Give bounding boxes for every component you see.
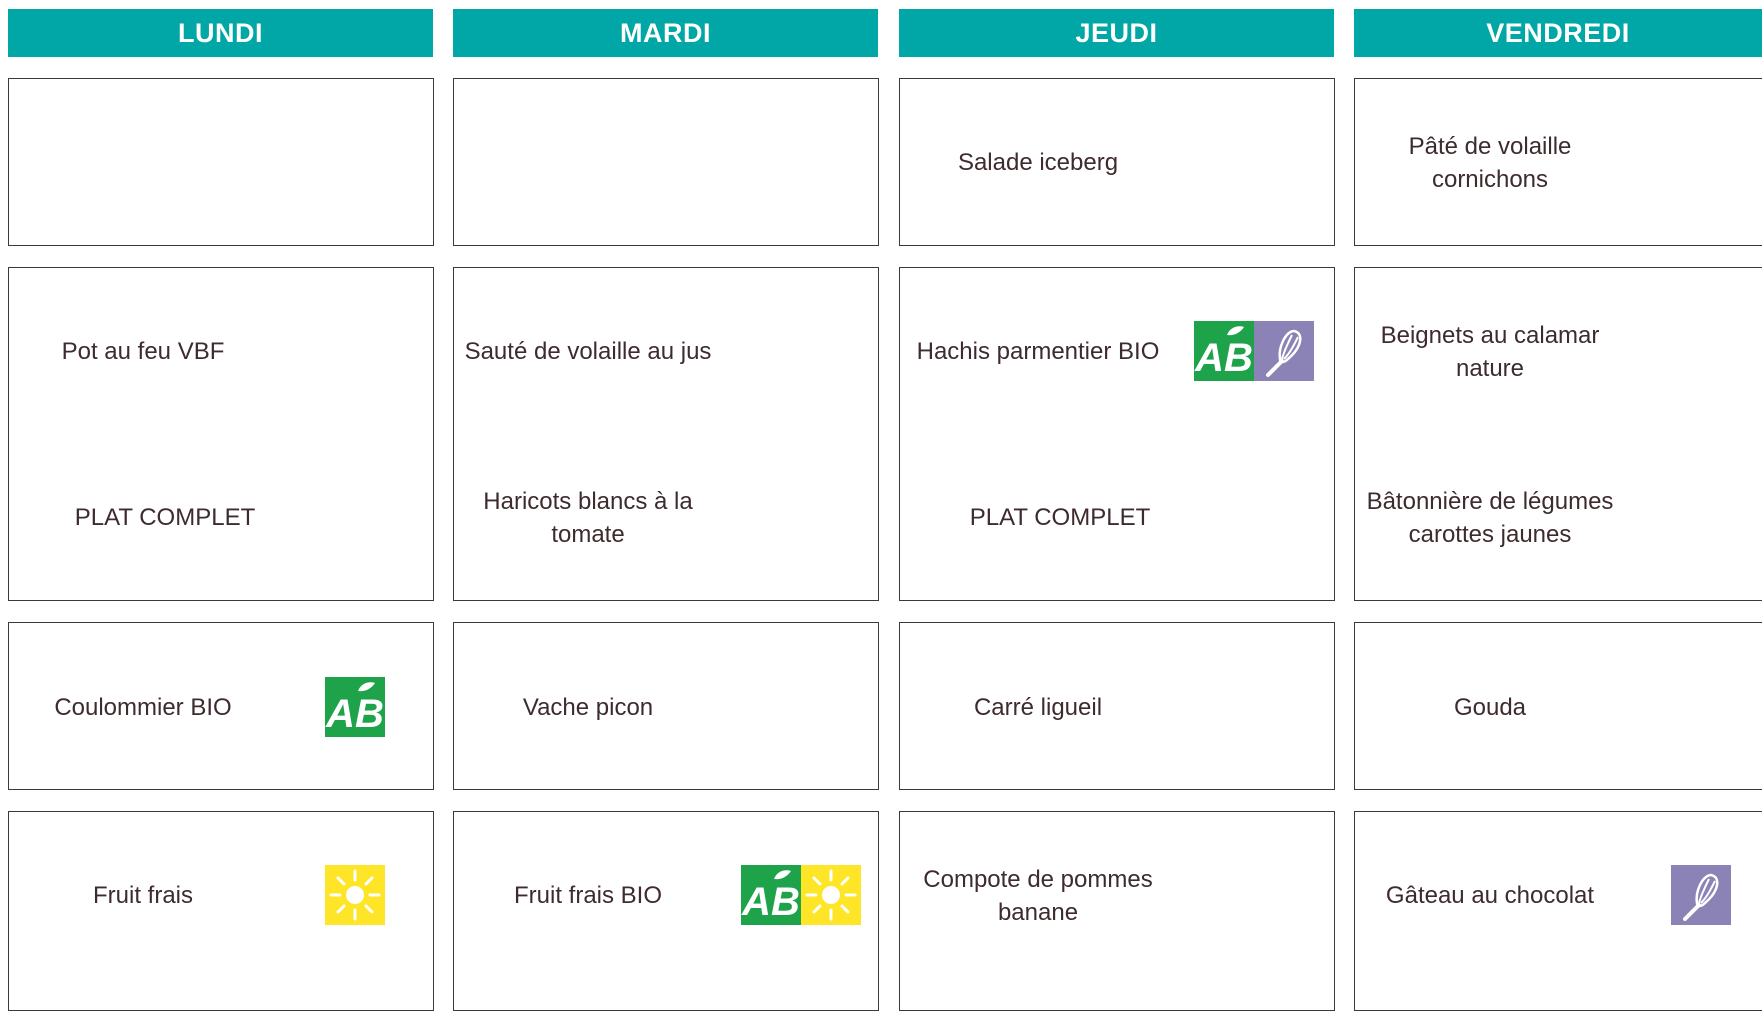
vendredi-plat-line2: nature xyxy=(1455,355,1525,382)
whisk-icon xyxy=(1254,321,1314,381)
lundi-fromage-text: Coulommier BIO xyxy=(54,694,232,721)
header-lundi: LUNDI xyxy=(8,9,433,57)
cell-lundi-plat xyxy=(8,267,434,601)
cell-mardi-entree xyxy=(453,78,879,246)
vendredi-dessert-text: Gâteau au chocolat xyxy=(1385,882,1595,909)
vendredi-entree-line1: Pâté de volaille xyxy=(1408,133,1572,160)
ab-bio-logo xyxy=(741,865,801,925)
vendredi-plat-line1: Beignets au calamar xyxy=(1380,322,1600,349)
vendredi-entree-line2: cornichons xyxy=(1431,166,1549,193)
jeudi-plat-text: Hachis parmentier BIO xyxy=(916,338,1160,365)
header-vendredi: VENDREDI xyxy=(1354,9,1762,57)
lundi-dessert-text: Fruit frais xyxy=(92,882,193,909)
sun-icon xyxy=(801,865,861,925)
jeudi-dessert-line1: Compote de pommes xyxy=(923,866,1153,893)
mardi-accomp-line1: Haricots blancs à la xyxy=(483,488,693,515)
cell-jeudi-plat xyxy=(899,267,1335,601)
whisk-icon xyxy=(1671,865,1731,925)
mardi-accomp-line2: tomate xyxy=(551,521,625,548)
mardi-dessert-text: Fruit frais BIO xyxy=(513,882,663,909)
jeudi-dessert-line2: banane xyxy=(997,899,1079,926)
cell-lundi-entree xyxy=(8,78,434,246)
sun-icon xyxy=(325,865,385,925)
mardi-fromage-text: Vache picon xyxy=(522,694,654,721)
header-mardi: MARDI xyxy=(453,9,878,57)
lundi-accomp-text: PLAT COMPLET xyxy=(74,504,256,531)
ab-bio-logo xyxy=(325,677,385,737)
lundi-plat-text: Pot au feu VBF xyxy=(61,338,225,365)
jeudi-fromage-text: Carré ligueil xyxy=(973,694,1103,721)
header-jeudi: JEUDI xyxy=(899,9,1334,57)
vendredi-accomp-line2: carottes jaunes xyxy=(1408,521,1572,548)
mardi-plat-text: Sauté de volaille au jus xyxy=(464,338,712,365)
ab-bio-logo xyxy=(1194,321,1254,381)
jeudi-entree-text: Salade iceberg xyxy=(957,149,1119,176)
jeudi-accomp-text: PLAT COMPLET xyxy=(969,504,1151,531)
vendredi-fromage-text: Gouda xyxy=(1453,694,1527,721)
vendredi-accomp-line1: Bâtonnière de légumes xyxy=(1366,488,1614,515)
